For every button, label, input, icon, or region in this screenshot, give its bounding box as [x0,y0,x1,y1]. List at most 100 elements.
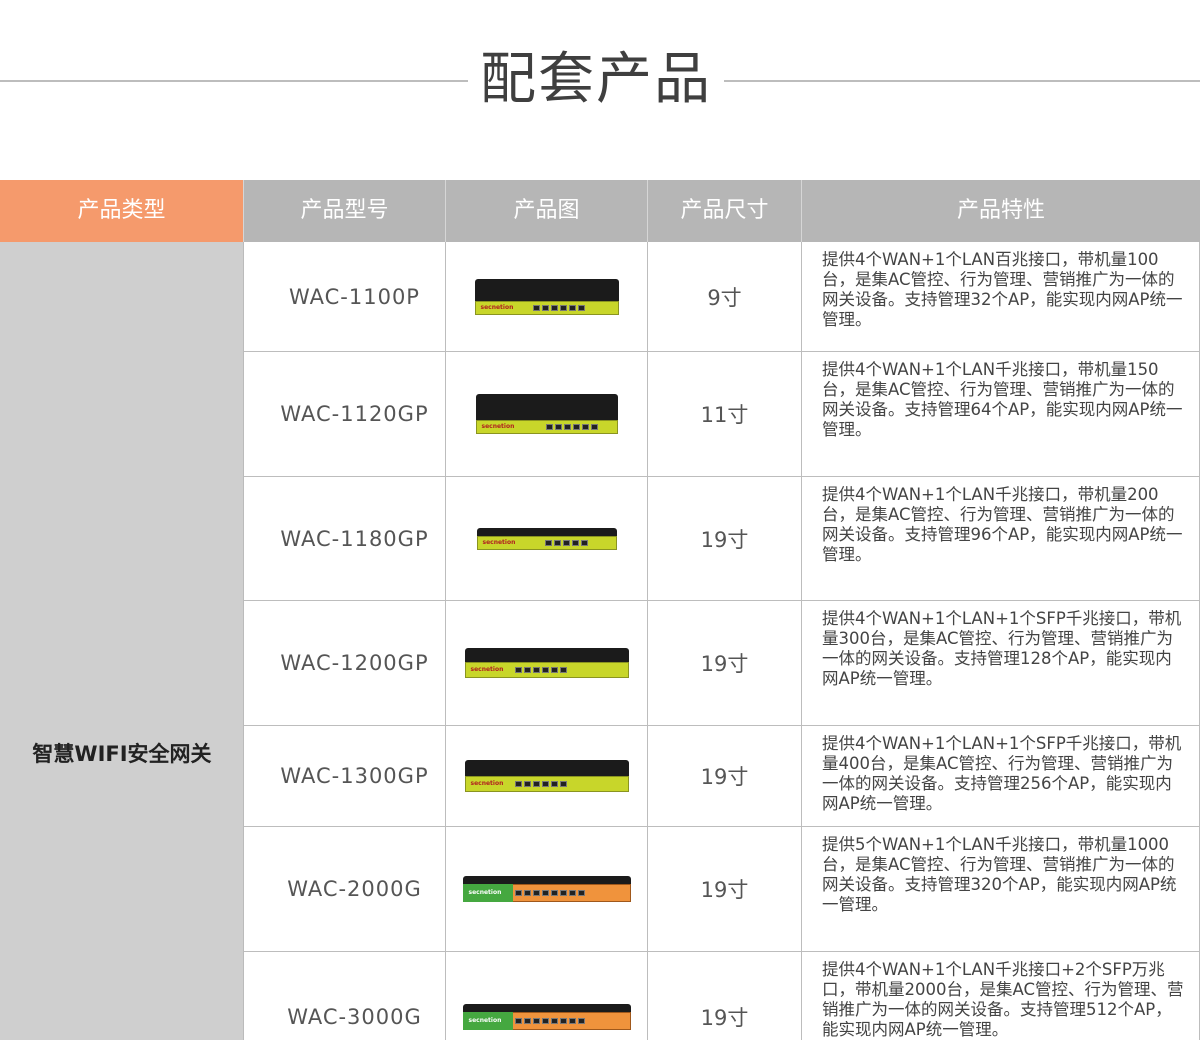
product-features: 提供4个WAN+1个LAN百兆接口，带机量100台，是集AC管控、行为管理、营销… [822,250,1183,329]
table-row: WAC-1180GP secnetion 19寸 提供4个WAN+1个LAN千兆… [244,477,1200,601]
router-device-icon: secnetion [474,278,619,315]
router-device-icon: secnetion [464,760,629,792]
table-row: WAC-1100P secnetion 9寸 提供4个WAN+1个LAN百兆接口… [244,242,1200,352]
ethernet-port-icon [559,304,567,311]
ethernet-port-icon [577,1017,585,1024]
model-name: WAC-1120GP [280,402,429,426]
product-table: 产品类型 产品型号 产品图 产品尺寸 产品特性 智慧WIFI安全网关 WAC-1… [0,180,1200,1040]
brand-label: secnetion [470,780,504,787]
ethernet-port-icon [544,539,552,546]
image-cell: secnetion [446,352,648,477]
features-cell: 提供4个WAN+1个LAN千兆接口，带机量150台，是集AC管控、行为管理、营销… [802,352,1200,477]
ethernet-port-icon [580,539,588,546]
ethernet-port-icon [568,1017,576,1024]
size-cell: 19寸 [648,952,802,1040]
ethernet-port-icon [550,890,558,896]
features-cell: 提供5个WAN+1个LAN千兆接口，带机量1000台，是集AC管控、行为管理、营… [802,827,1200,952]
image-cell: secnetion [446,952,648,1040]
product-size: 19寸 [700,765,749,789]
features-cell: 提供4个WAN+1个LAN百兆接口，带机量100台，是集AC管控、行为管理、营销… [802,242,1200,352]
product-features: 提供4个WAN+1个LAN千兆接口，带机量200台，是集AC管控、行为管理、营销… [822,485,1183,564]
model-cell: WAC-1200GP [244,601,446,726]
brand-label: secnetion [480,303,514,311]
ethernet-port-icon [514,890,522,896]
ethernet-port-icon [559,781,567,787]
ethernet-port-icon [532,304,540,311]
ethernet-port-icon [532,781,540,787]
header-product-type: 产品类型 [0,180,244,242]
product-size: 19寸 [700,1005,749,1030]
model-cell: WAC-2000G [244,827,446,952]
ethernet-port-icon [541,667,549,673]
ethernet-port-icon [572,424,580,430]
ethernet-port-icon [541,781,549,787]
features-cell: 提供4个WAN+1个LAN千兆接口，带机量200台，是集AC管控、行为管理、营销… [802,477,1200,601]
image-cell: secnetion [446,242,648,352]
ethernet-port-icon [545,424,553,430]
size-cell: 9寸 [648,242,802,352]
ethernet-port-icon [532,890,540,896]
table-row: WAC-2000G secnetion 19寸 提供5个WAN+1个LAN千兆接… [244,827,1200,952]
ethernet-port-icon [514,667,522,673]
section-title: 配套产品 [0,0,1200,180]
ethernet-port-icon [532,667,540,673]
router-device-icon: secnetion [476,527,617,550]
image-cell: secnetion [446,477,648,601]
ethernet-port-icon [550,304,558,311]
ethernet-port-icon [577,304,585,311]
ethernet-port-icon [554,424,562,430]
ethernet-port-icon [559,667,567,673]
ethernet-port-icon [563,424,571,430]
title-divider-left [0,80,468,82]
model-cell: WAC-1300GP [244,726,446,827]
ethernet-port-icon [571,539,579,546]
brand-label: secnetion [470,666,504,673]
features-cell: 提供4个WAN+1个LAN千兆接口+2个SFP万兆口，带机量2000台，是集AC… [802,952,1200,1040]
size-cell: 19寸 [648,601,802,726]
router-device-icon: secnetion [462,1003,631,1030]
header-product-features: 产品特性 [802,180,1200,242]
model-cell: WAC-1180GP [244,477,446,601]
router-device-icon: secnetion [475,394,618,434]
ethernet-port-icon [532,1017,540,1024]
model-name: WAC-1200GP [280,651,429,675]
image-cell: secnetion [446,726,648,827]
model-name: WAC-1100P [289,284,420,309]
product-size: 9寸 [707,285,742,310]
table-row: WAC-1200GP secnetion 19寸 提供4个WAN+1个LAN+1… [244,601,1200,726]
image-cell: secnetion [446,601,648,726]
model-cell: WAC-1120GP [244,352,446,477]
ethernet-port-icon [523,667,531,673]
ethernet-port-icon [541,1017,549,1024]
product-features: 提供4个WAN+1个LAN千兆接口，带机量150台，是集AC管控、行为管理、营销… [822,360,1183,439]
page-title: 配套产品 [480,47,712,112]
ethernet-port-icon [559,890,567,896]
product-size: 19寸 [700,527,749,552]
features-cell: 提供4个WAN+1个LAN+1个SFP千兆接口，带机量400台，是集AC管控、行… [802,726,1200,827]
size-cell: 11寸 [648,352,802,477]
model-name: WAC-3000G [287,1004,422,1029]
ethernet-port-icon [568,890,576,896]
table-row: WAC-1120GP secnetion 11寸 提供4个WAN+1个LAN千兆… [244,352,1200,477]
size-cell: 19寸 [648,827,802,952]
ethernet-port-icon [514,781,522,787]
brand-label: secnetion [482,538,516,546]
ethernet-port-icon [541,304,549,311]
router-device-icon: secnetion [462,876,631,902]
ethernet-port-icon [581,424,589,430]
ethernet-port-icon [590,424,598,430]
ethernet-port-icon [541,890,549,896]
model-cell: WAC-3000G [244,952,446,1040]
header-product-image: 产品图 [446,180,648,242]
ethernet-port-icon [523,781,531,787]
category-cell: 智慧WIFI安全网关 [0,242,244,1040]
header-product-model: 产品型号 [244,180,446,242]
product-size: 19寸 [700,878,749,902]
ethernet-port-icon [562,539,570,546]
product-features: 提供4个WAN+1个LAN+1个SFP千兆接口，带机量300台，是集AC管控、行… [822,609,1182,688]
ethernet-port-icon [553,539,561,546]
ethernet-port-icon [514,1017,522,1024]
ethernet-port-icon [550,781,558,787]
table-row: WAC-3000G secnetion 19寸 提供4个WAN+1个LAN千兆接… [244,952,1200,1040]
product-size: 11寸 [700,403,749,427]
